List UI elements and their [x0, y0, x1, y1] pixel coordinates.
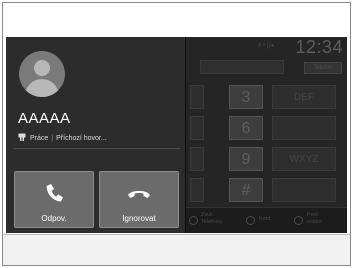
panel-divider: [14, 148, 180, 149]
side-key[interactable]: [190, 85, 204, 109]
telefon-button[interactable]: Telefon: [304, 62, 342, 74]
clock: 12:34: [295, 37, 343, 57]
line-label: Práce: [30, 135, 49, 142]
bottom-item-recent[interactable]: Posl. volání: [307, 212, 322, 226]
avatar-body: [25, 79, 59, 97]
manual-figure: 8 • ((● 12:34 Telefon 3 6 9 # DEF WXYZ Z…: [0, 0, 353, 268]
right-key[interactable]: WXYZ: [272, 147, 336, 171]
side-key[interactable]: [190, 116, 204, 140]
answer-button[interactable]: Odpov.: [14, 171, 94, 228]
sound-icon: [189, 216, 198, 225]
incoming-call-panel: AAAAA Práce | Příchozí hovor... Odpov. I…: [6, 37, 186, 233]
right-key[interactable]: [272, 116, 336, 140]
avatar-head: [34, 60, 50, 76]
work-line-icon: [18, 133, 26, 141]
right-key[interactable]: DEF: [272, 85, 336, 109]
caller-name: AAAAA: [18, 110, 71, 127]
call-status: Příchozí hovor...: [56, 135, 107, 142]
ignore-label: Ignorovat: [122, 214, 156, 223]
side-key[interactable]: [190, 147, 204, 171]
bottom-item-sound[interactable]: Zvuk Telefonu: [201, 212, 222, 226]
phone-answer-icon: [42, 181, 66, 210]
key-hash[interactable]: #: [229, 178, 263, 202]
status-indicators: 8 • ((●: [258, 43, 275, 49]
info-separator: |: [51, 135, 54, 142]
key-9[interactable]: 9: [229, 147, 263, 171]
call-info: Práce | Příchozí hovor...: [18, 133, 107, 144]
phone-hangup-icon: [126, 181, 152, 210]
recent-calls-icon: [294, 216, 303, 225]
contact-avatar-icon: [19, 51, 65, 97]
side-key[interactable]: [190, 178, 204, 202]
ignore-button[interactable]: Ignorovat: [99, 171, 179, 228]
right-key[interactable]: [272, 178, 336, 202]
bottom-item-contacts[interactable]: Kont.: [259, 216, 272, 223]
number-display: [200, 60, 284, 74]
phone-keypad-background: 8 • ((● 12:34 Telefon 3 6 9 # DEF WXYZ Z…: [186, 37, 347, 233]
contacts-icon: [246, 216, 255, 225]
answer-label: Odpov.: [41, 214, 67, 223]
key-6[interactable]: 6: [229, 116, 263, 140]
figure-bottom-band: [3, 234, 350, 265]
infotainment-screen: 8 • ((● 12:34 Telefon 3 6 9 # DEF WXYZ Z…: [6, 37, 347, 233]
key-3[interactable]: 3: [229, 85, 263, 109]
keypad-bottom-bar: Zvuk Telefonu Kont. Posl. volání: [186, 207, 347, 233]
